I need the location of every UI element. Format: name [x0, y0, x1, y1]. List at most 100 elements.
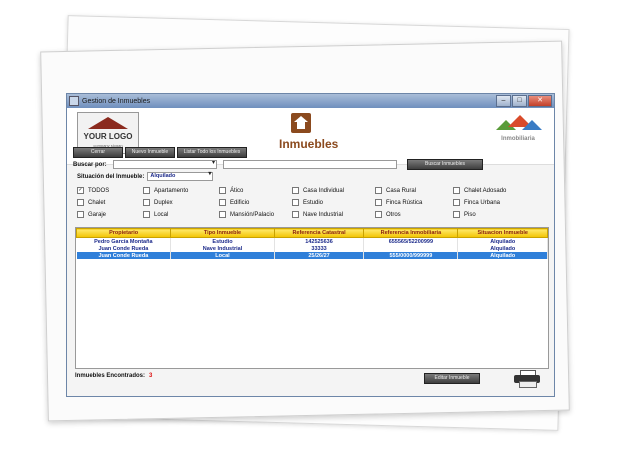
roof-icon [88, 117, 128, 129]
checkbox-box[interactable] [143, 211, 150, 218]
title-bar: Gestion de Inmuebles – □ ✕ [67, 94, 554, 108]
checkbox-box[interactable] [375, 211, 382, 218]
found-label: Inmuebles Encontrados: [75, 373, 146, 379]
close-button[interactable]: Cerrar [73, 147, 123, 158]
type-checkbox[interactable]: Piso [453, 211, 476, 218]
table-cell: Pedro García Montaña [76, 237, 172, 245]
type-checkbox[interactable]: Casa Individual [292, 187, 344, 194]
new-property-button[interactable]: Nuevo Inmueble [125, 147, 175, 158]
checkbox-box[interactable]: ✓ [77, 187, 84, 194]
search-input[interactable] [223, 160, 397, 169]
type-checkbox[interactable]: Nave Industrial [292, 211, 343, 218]
maximize-icon[interactable]: □ [512, 95, 527, 107]
status-select[interactable]: Alquilado [147, 171, 214, 181]
table-cell: Juan Conde Rueda [76, 245, 172, 252]
type-checkbox[interactable]: Apartamento [143, 187, 188, 194]
window-title: Gestion de Inmuebles [82, 97, 151, 105]
checkbox-label: Ático [230, 187, 244, 194]
checkbox-box[interactable] [143, 199, 150, 206]
checkbox-label: Garaje [88, 211, 107, 218]
house-icon [291, 113, 311, 133]
checkbox-box[interactable] [375, 187, 382, 194]
logo-text: YOUR LOGO [83, 132, 133, 141]
type-checkbox[interactable]: Local [143, 211, 168, 218]
table-cell: Estudio [170, 237, 275, 245]
checkbox-box[interactable] [292, 211, 299, 218]
table-cell: Alquilado [457, 237, 548, 245]
checkbox-label: Chalet Adosado [464, 187, 507, 194]
checkbox-box[interactable] [219, 199, 226, 206]
checkbox-box[interactable] [219, 211, 226, 218]
edit-property-button[interactable]: Editar Inmueble [424, 373, 480, 384]
search-row: Buscar por: Buscar Inmuebles [73, 159, 483, 170]
column-header[interactable]: Referencia Inmobiliaria [363, 228, 459, 238]
table-cell: Nave Industrial [170, 245, 275, 252]
checkbox-label: Duplex [154, 199, 173, 206]
window-controls: – □ ✕ [496, 95, 552, 107]
column-header[interactable]: Propietario [75, 228, 172, 238]
type-checkbox[interactable]: Garaje [77, 211, 106, 218]
search-by-select[interactable] [113, 159, 217, 169]
table-cell: Alquilado [457, 245, 548, 252]
table-cell: 142525636 [274, 237, 365, 245]
type-checkbox[interactable]: ✓ TODOS [77, 187, 109, 194]
checkbox-label: Local [154, 211, 169, 218]
type-checkbox[interactable]: Duplex [143, 199, 173, 206]
type-checkbox[interactable]: Chalet Adosado [453, 187, 506, 194]
type-checkbox[interactable]: Edificio [219, 199, 249, 206]
type-checkbox[interactable]: Otros [375, 211, 401, 218]
table-cell: 555/0000/999999 [363, 252, 459, 259]
table-row[interactable]: Juan Conde Rueda Local 25/26/27 555/0000/99… [76, 252, 548, 259]
checkbox-label: Estudio [303, 199, 324, 206]
checkbox-box[interactable] [453, 187, 460, 194]
type-checkbox[interactable]: Mansión/Palacio [219, 211, 274, 218]
close-icon[interactable]: ✕ [528, 95, 552, 107]
column-header[interactable]: Situacion Inmueble [457, 228, 548, 238]
printer-paper-out [519, 381, 537, 388]
found-count: 3 [149, 373, 153, 379]
type-checkbox[interactable]: Finca Rústica [375, 199, 422, 206]
type-checkbox[interactable]: Chalet [77, 199, 105, 206]
table-row[interactable]: Pedro García Montaña Estudio 142525636 6555… [76, 237, 548, 245]
checkbox-label: Casa Individual [303, 187, 345, 194]
checkbox-label: Piso [464, 211, 476, 218]
checkbox-label: Chalet [88, 199, 106, 206]
checkbox-label: Finca Urbana [464, 199, 501, 206]
results-table: Propietario Tipo Inmueble Referencia Catas… [75, 228, 548, 259]
checkbox-label: Apartamento [154, 187, 189, 194]
checkbox-box[interactable] [219, 187, 226, 194]
search-button[interactable]: Buscar Inmuebles [407, 159, 483, 170]
table-header: Propietario Tipo Inmueble Referencia Catas… [75, 228, 548, 238]
checkbox-box[interactable] [453, 199, 460, 206]
type-checkbox[interactable]: Estudio [292, 199, 323, 206]
checkbox-box[interactable] [292, 199, 299, 206]
search-label: Buscar por: [73, 161, 107, 168]
column-header[interactable]: Referencia Catastral [273, 228, 365, 238]
roof-blue-icon [522, 120, 542, 130]
table-cell: Alquilado [457, 252, 548, 259]
type-checkbox[interactable]: Ático [219, 187, 243, 194]
minimize-icon[interactable]: – [496, 95, 511, 107]
table-cell: 655565/52200999 [363, 237, 459, 245]
page-title: Inmuebles [279, 137, 339, 151]
printer-icon[interactable] [514, 370, 540, 388]
checkbox-box[interactable] [77, 211, 84, 218]
checkbox-label: Casa Rural [386, 187, 417, 194]
checkbox-label: Finca Rústica [386, 199, 423, 206]
checkbox-box[interactable] [77, 199, 84, 206]
type-checkbox[interactable]: Finca Urbana [453, 199, 500, 206]
table-cell: Local [170, 252, 275, 259]
column-header[interactable]: Tipo Inmueble [170, 228, 275, 238]
brand-text: Inmobiliaria [501, 136, 535, 142]
table-row[interactable]: Juan Conde Rueda Nave Industrial 33333 Alqu… [76, 245, 548, 252]
results-count: Inmuebles Encontrados: 3 [75, 373, 152, 379]
type-checkbox[interactable]: Casa Rural [375, 187, 416, 194]
list-all-button[interactable]: Listar Todo los Inmuebles [177, 147, 247, 158]
checkbox-box[interactable] [375, 199, 382, 206]
checkbox-box[interactable] [143, 187, 150, 194]
checkbox-box[interactable] [453, 211, 460, 218]
status-label: Situación del Inmueble: [77, 173, 145, 180]
table-body: Pedro García Montaña Estudio 142525636 6555… [76, 237, 548, 259]
checkbox-box[interactable] [292, 187, 299, 194]
table-cell: 33333 [274, 245, 365, 252]
